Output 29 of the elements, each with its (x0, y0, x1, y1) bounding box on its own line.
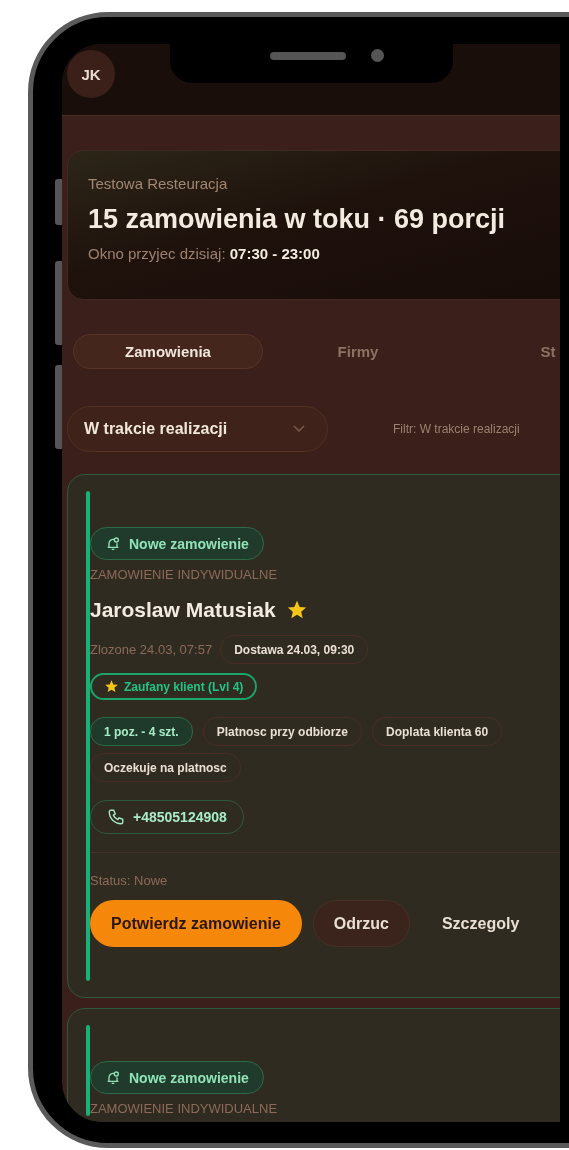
placed-time: Zlozone 24.03, 07:57 (90, 642, 213, 657)
restaurant-name: Testowa Resteuracja (88, 175, 229, 192)
details-button[interactable]: Szczegoly (420, 900, 541, 947)
info-chip: Platnosc przy odbiorze (202, 717, 363, 746)
nav-tab[interactable]: Zamowienia (73, 334, 263, 369)
customer-name: Jaroslaw Matusiak (90, 598, 276, 622)
reject-button[interactable]: Odrzuc (312, 900, 410, 947)
chevron-down-icon (293, 425, 305, 433)
new-order-badge: Nowe zamowienie (90, 1061, 264, 1094)
info-chip: Oczekuje na platnosc (90, 753, 241, 782)
delivery-chip: Dostawa 24.03, 09:30 (220, 635, 369, 664)
star-icon (104, 679, 119, 694)
filter-note: Filtr: W trakcie realizacji (393, 422, 520, 436)
camera-dot (371, 49, 384, 62)
item-count-chip: 1 poz. - 4 szt. (90, 717, 193, 746)
info-chip: Doplata klienta 60 (372, 717, 503, 746)
status-label: Status: Nowe (90, 873, 168, 888)
user-avatar[interactable]: JK (67, 50, 115, 98)
confirm-button[interactable]: Potwierdz zamowienie (90, 900, 302, 947)
order-type-label: ZAMOWIENIE INDYWIDUALNE (90, 568, 278, 582)
summary-title: 15 zamowienia w toku · 69 porcji (88, 204, 507, 235)
order-type-label: ZAMOWIENIE INDYWIDUALNE (90, 1102, 278, 1116)
status-dropdown[interactable]: W trakcie realizacji (67, 406, 328, 452)
phone-icon (107, 808, 125, 826)
opening-hours: Okno przyjec dzisiaj: 07:30 - 23:00 (88, 245, 321, 262)
trusted-client-chip: Zaufany klient (Lvl 4) (90, 673, 258, 700)
bell-icon (105, 1069, 121, 1086)
bell-icon (105, 535, 121, 552)
new-order-badge: Nowe zamowienie (90, 527, 264, 560)
